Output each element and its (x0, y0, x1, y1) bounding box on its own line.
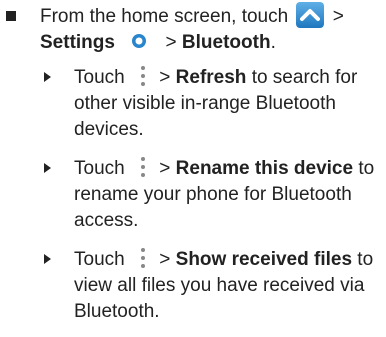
main-instruction: From the home screen, touch > Settings >… (40, 2, 380, 56)
period: . (270, 32, 276, 53)
instruction-text: From the home screen, touch (40, 6, 289, 27)
triangle-bullet-icon (44, 254, 51, 264)
action-label: Show received files (175, 249, 353, 270)
triangle-bullet-icon (44, 72, 51, 82)
apps-up-arrow-icon (296, 2, 325, 28)
settings-label: Settings (40, 32, 115, 53)
vertical-dots-menu-icon (136, 155, 150, 179)
touch-label: Touch (74, 67, 125, 88)
separator: > (159, 158, 171, 179)
separator: > (332, 6, 344, 27)
step-list: Touch > Refresh to search for other visi… (44, 64, 382, 337)
settings-gear-icon (128, 31, 150, 51)
separator: > (159, 67, 171, 88)
vertical-dots-menu-icon (136, 64, 150, 88)
action-label: Rename this device (175, 158, 354, 179)
help-page: From the home screen, touch > Settings >… (0, 0, 386, 322)
touch-label: Touch (74, 249, 125, 270)
touch-label: Touch (74, 158, 125, 179)
separator: > (159, 249, 171, 270)
list-item: Touch > Refresh to search for other visi… (44, 64, 382, 143)
separator: > (165, 32, 177, 53)
list-item: Touch > Rename this device to rename you… (44, 155, 382, 234)
bluetooth-label: Bluetooth (181, 32, 271, 53)
action-label: Refresh (175, 67, 247, 88)
triangle-bullet-icon (44, 163, 51, 173)
vertical-dots-menu-icon (136, 246, 150, 270)
list-item: Touch > Show received files to view all … (44, 246, 382, 325)
square-bullet-icon (6, 11, 16, 21)
